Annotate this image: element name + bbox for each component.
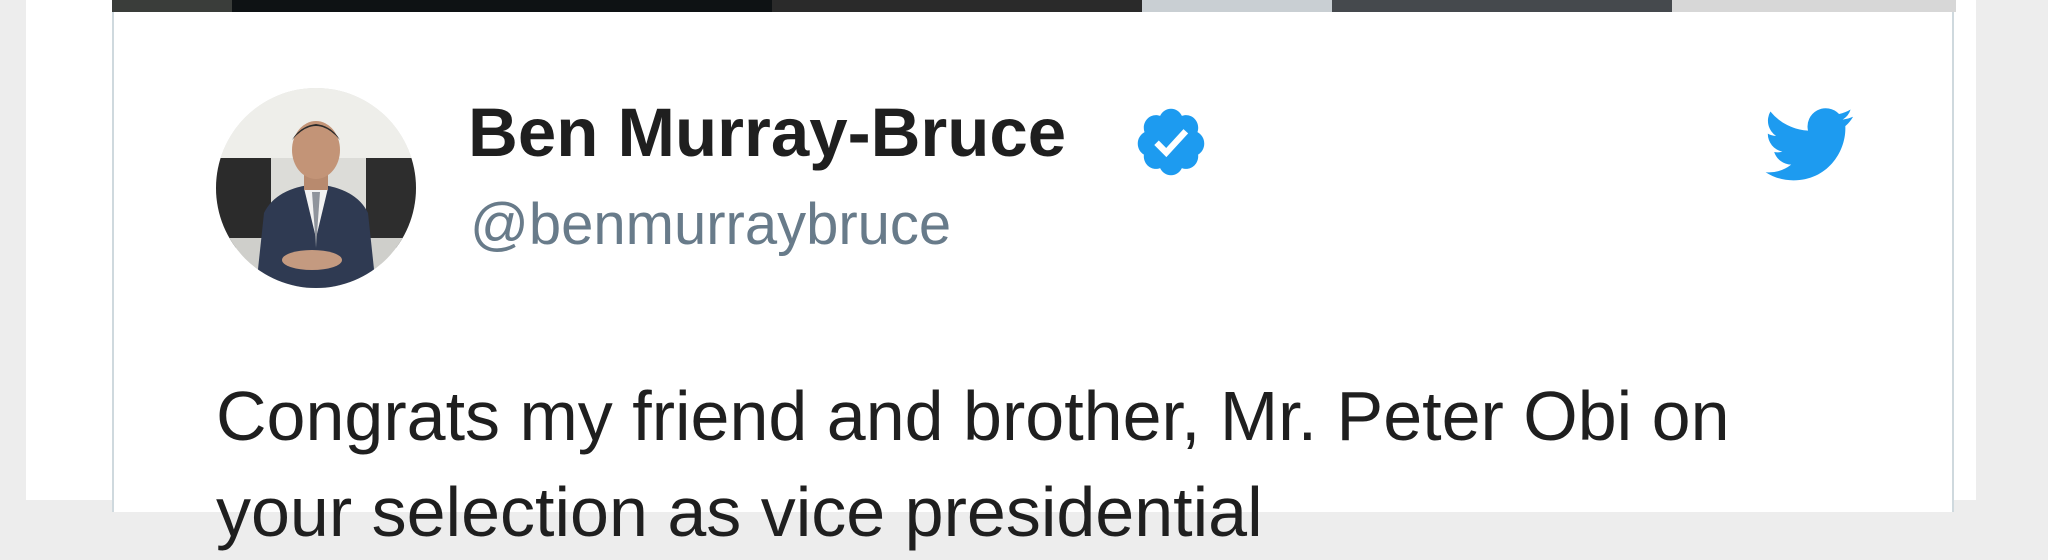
image-segment xyxy=(112,0,232,12)
image-segment xyxy=(1332,0,1672,12)
embedded-tweet-card[interactable]: Ben Murray-Bruce @benmurraybruce Congrat… xyxy=(112,12,1954,551)
image-segment xyxy=(772,0,1142,12)
avatar-image xyxy=(216,88,416,288)
author-display-name[interactable]: Ben Murray-Bruce xyxy=(468,98,1066,167)
author-handle[interactable]: @benmurraybruce xyxy=(470,196,951,254)
image-segment xyxy=(232,0,772,12)
image-segment xyxy=(1142,0,1332,12)
tweet-text: Congrats my friend and brother, Mr. Pete… xyxy=(216,377,1730,551)
embedded-image-strip[interactable] xyxy=(112,0,1956,12)
image-segment xyxy=(1672,0,1956,12)
avatar[interactable] xyxy=(216,88,416,288)
twitter-bird-icon[interactable] xyxy=(1765,108,1855,182)
verified-badge-icon xyxy=(1137,108,1205,176)
